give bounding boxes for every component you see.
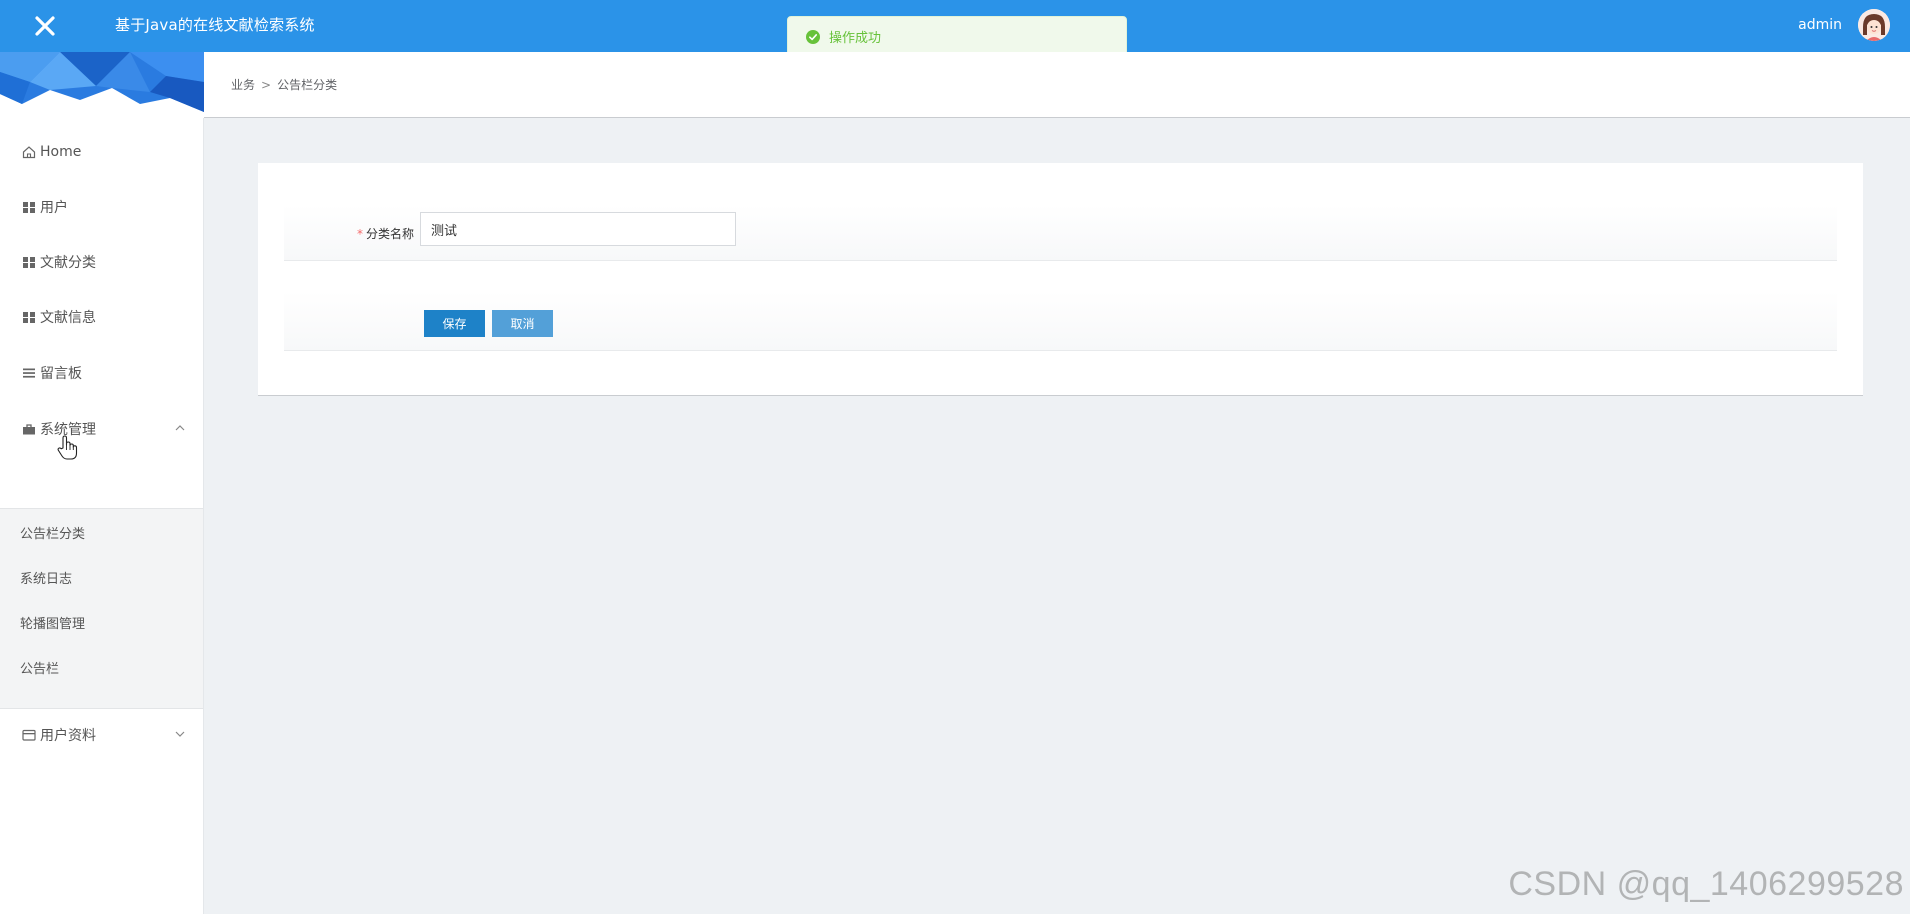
breadcrumb-current: 公告栏分类	[277, 78, 338, 92]
save-button[interactable]: 保存	[424, 310, 485, 337]
sidebar-item-label: 用户资料	[40, 728, 96, 744]
category-name-input[interactable]	[420, 212, 736, 246]
sidebar-item-label: 留言板	[40, 366, 82, 382]
breadcrumb-root[interactable]: 业务	[231, 78, 255, 92]
sidebar-item-literature-category[interactable]: 文献分类	[0, 242, 204, 282]
username[interactable]: admin	[1798, 0, 1842, 52]
grid-icon	[22, 255, 36, 269]
chevron-up-icon	[174, 422, 186, 438]
success-toast: 操作成功	[787, 16, 1127, 57]
sidebar: Home 用户 文献分类 文献信息 留言板 系统管理 公告栏分类 系统日志 轮播…	[0, 52, 204, 914]
sidebar-item-system-management[interactable]: 系统管理	[0, 409, 204, 449]
sidebar-item-user-profile[interactable]: 用户资料	[0, 715, 204, 755]
check-circle-icon	[806, 29, 820, 44]
sidebar-item-message-board[interactable]: 留言板	[0, 353, 204, 393]
avatar-icon	[1858, 9, 1890, 41]
briefcase-icon	[22, 422, 36, 436]
home-icon	[22, 145, 36, 159]
cancel-button[interactable]: 取消	[492, 310, 553, 337]
close-sidebar-button[interactable]	[24, 8, 66, 44]
system-management-submenu: 公告栏分类 系统日志 轮播图管理 公告栏	[0, 508, 203, 709]
category-name-label: * 分类名称	[284, 205, 414, 261]
grid-icon	[22, 310, 36, 324]
toast-message: 操作成功	[829, 31, 882, 46]
form-row-name: * 分类名称	[284, 205, 1837, 261]
breadcrumb-bar: 业务 > 公告栏分类	[204, 52, 1910, 118]
submenu-item-notice[interactable]: 公告栏	[0, 650, 203, 690]
list-icon	[22, 366, 36, 380]
sidebar-item-users[interactable]: 用户	[0, 187, 204, 227]
breadcrumb: 业务 > 公告栏分类	[231, 52, 337, 118]
pointer-cursor-icon	[56, 435, 78, 465]
chevron-down-icon	[174, 728, 186, 744]
sidebar-banner	[0, 52, 204, 118]
sidebar-item-label: 用户	[40, 200, 68, 216]
close-icon	[35, 16, 55, 36]
required-mark: *	[356, 227, 363, 241]
grid-icon	[22, 200, 36, 214]
watermark: CSDN @qq_1406299528	[1508, 865, 1904, 903]
category-name-label-text: 分类名称	[365, 227, 414, 241]
form-row-actions: 保存 取消	[284, 291, 1837, 351]
form-card: *分类名称 保存 取消	[258, 163, 1863, 396]
sidebar-item-literature-info[interactable]: 文献信息	[0, 297, 204, 337]
card-icon	[22, 728, 36, 742]
submenu-item-system-log[interactable]: 系统日志	[0, 560, 203, 600]
submenu-item-notice-category[interactable]: 公告栏分类	[0, 515, 203, 555]
sidebar-item-label: 文献分类	[40, 255, 96, 271]
sidebar-item-home[interactable]: Home	[0, 132, 204, 172]
sidebar-item-label: Home	[40, 144, 82, 160]
breadcrumb-separator: >	[261, 78, 272, 92]
sidebar-item-label: 文献信息	[40, 310, 96, 326]
avatar[interactable]	[1858, 9, 1890, 41]
submenu-item-carousel[interactable]: 轮播图管理	[0, 605, 203, 645]
app-title: 基于Java的在线文献检索系统	[115, 16, 315, 34]
